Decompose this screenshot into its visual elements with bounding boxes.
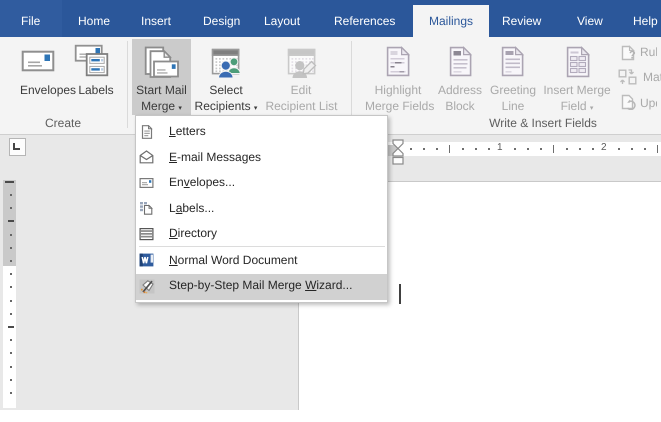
svg-text:?: ? (629, 50, 636, 62)
